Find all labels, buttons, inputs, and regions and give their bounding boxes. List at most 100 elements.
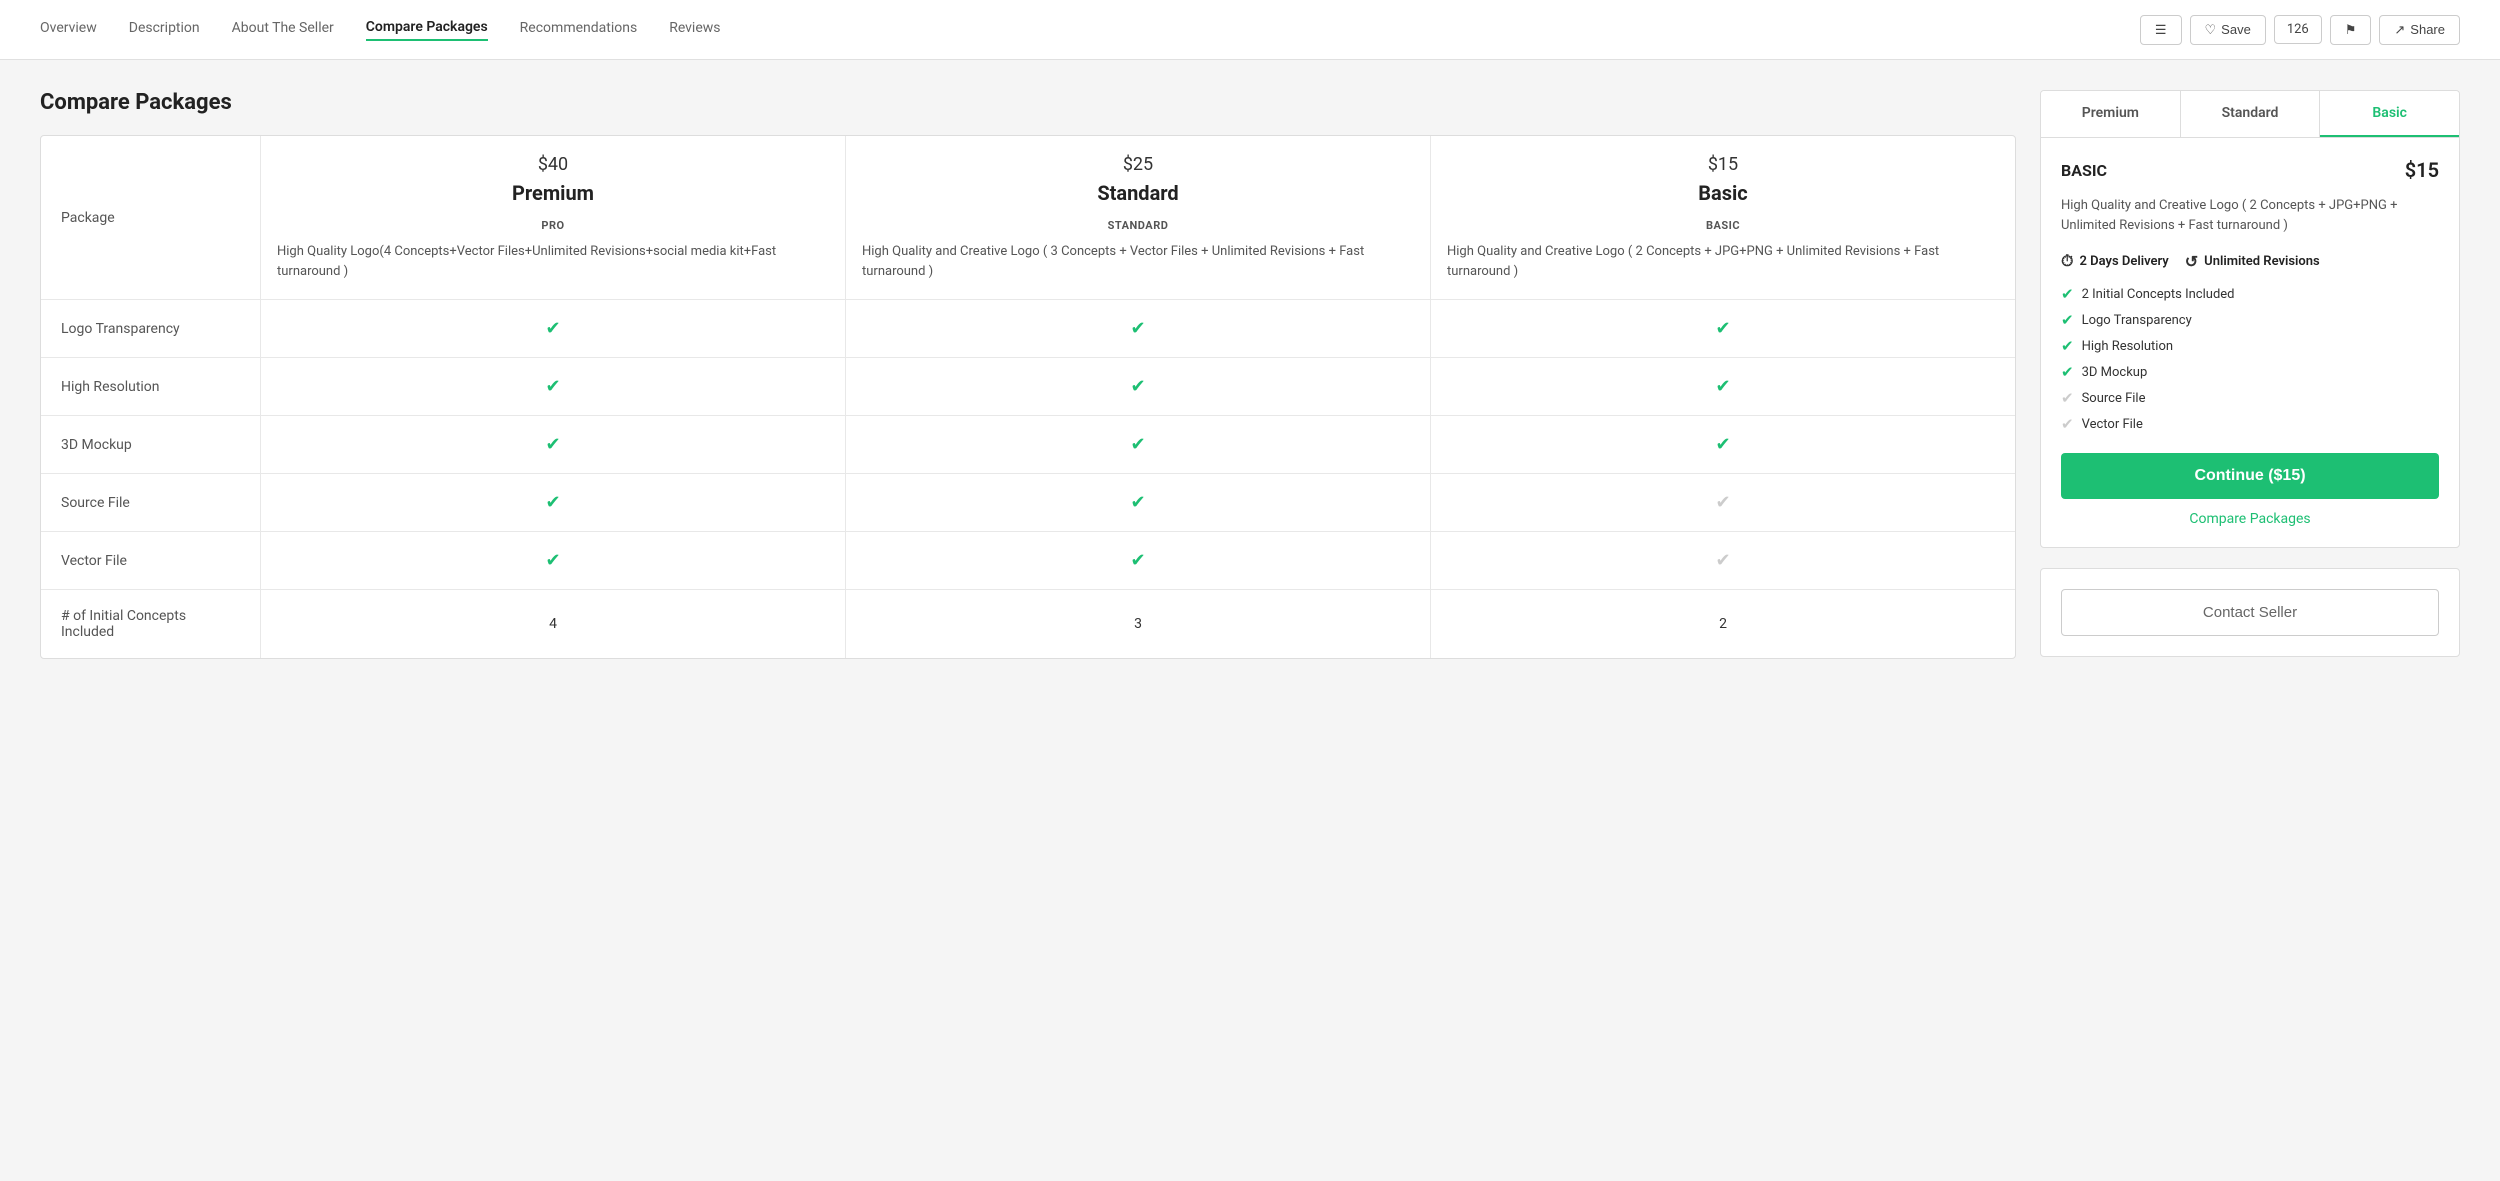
tab-basic[interactable]: Basic: [2320, 91, 2459, 137]
basic-concepts: 2: [1431, 590, 2015, 658]
share-icon: ↗: [2394, 22, 2405, 38]
list-item: ✔ Source File: [2061, 389, 2439, 407]
premium-high-resolution: ✔: [261, 358, 846, 415]
row-label-source-file: Source File: [41, 474, 261, 531]
save-button[interactable]: ♡ Save: [2190, 15, 2266, 45]
check-icon: ✔: [1130, 318, 1145, 339]
check-icon: ✔: [545, 550, 560, 571]
card-price: $15: [2405, 158, 2439, 182]
premium-logo-transparency: ✔: [261, 300, 846, 357]
contact-card: Contact Seller: [2040, 568, 2460, 657]
table-row: High Resolution ✔ ✔ ✔: [41, 358, 2015, 416]
standard-high-resolution: ✔: [846, 358, 1431, 415]
check-icon: ✔: [1715, 434, 1730, 455]
premium-price: $40: [538, 154, 568, 175]
continue-button[interactable]: Continue ($15): [2061, 453, 2439, 499]
check-icon: ✔: [1130, 492, 1145, 513]
standard-concepts: 3: [846, 590, 1431, 658]
feature-label: High Resolution: [2082, 339, 2173, 354]
table-row: # of Initial Concepts Included 4 3 2: [41, 590, 2015, 658]
check-icon-gray: ✔: [1715, 550, 1730, 571]
row-label-3d-mockup: 3D Mockup: [41, 416, 261, 473]
check-icon-gray: ✔: [1715, 492, 1730, 513]
compare-section: Compare Packages Package $40 Premium PRO…: [40, 90, 2016, 659]
premium-3d-mockup: ✔: [261, 416, 846, 473]
share-button[interactable]: ↗ Share: [2379, 15, 2460, 45]
check-icon: ✔: [1130, 434, 1145, 455]
nav-recommendations[interactable]: Recommendations: [520, 20, 638, 40]
list-item: ✔ Vector File: [2061, 415, 2439, 433]
standard-desc: High Quality and Creative Logo ( 3 Conce…: [862, 242, 1414, 281]
compare-table: Package $40 Premium PRO High Quality Log…: [40, 135, 2016, 659]
revisions-text: Unlimited Revisions: [2204, 254, 2320, 269]
feature-label: Logo Transparency: [2082, 313, 2192, 328]
basic-name: Basic: [1698, 181, 1747, 205]
row-label-initial-concepts: # of Initial Concepts Included: [41, 590, 261, 658]
row-label-vector-file: Vector File: [41, 532, 261, 589]
table-row: Source File ✔ ✔ ✔: [41, 474, 2015, 532]
nav-description[interactable]: Description: [129, 20, 200, 40]
feature-label: Source File: [2082, 391, 2146, 406]
tab-premium[interactable]: Premium: [2041, 91, 2181, 137]
feature-label: 2 Initial Concepts Included: [2082, 287, 2235, 302]
delivery-text: 2 Days Delivery: [2079, 254, 2168, 269]
top-navigation: Overview Description About The Seller Co…: [0, 0, 2500, 60]
feature-label: 3D Mockup: [2082, 365, 2148, 380]
standard-logo-transparency: ✔: [846, 300, 1431, 357]
check-icon: ✔: [545, 376, 560, 397]
package-tabs: Premium Standard Basic: [2040, 90, 2460, 137]
table-row: 3D Mockup ✔ ✔ ✔: [41, 416, 2015, 474]
feature-check-gray-icon: ✔: [2061, 389, 2074, 407]
contact-seller-button[interactable]: Contact Seller: [2061, 589, 2439, 636]
premium-concepts: 4: [261, 590, 846, 658]
table-header-row: Package $40 Premium PRO High Quality Log…: [41, 136, 2015, 300]
basic-3d-mockup: ✔: [1431, 416, 2015, 473]
nav-links: Overview Description About The Seller Co…: [40, 19, 721, 41]
list-item: ✔ 3D Mockup: [2061, 363, 2439, 381]
feature-check-icon: ✔: [2061, 285, 2074, 303]
basic-tier: BASIC: [1706, 219, 1740, 232]
col-label-package: Package: [41, 136, 261, 299]
card-title: BASIC: [2061, 161, 2107, 180]
clock-icon: ⏱: [2061, 251, 2073, 271]
package-col-basic: $15 Basic BASIC High Quality and Creativ…: [1431, 136, 2015, 299]
basic-price: $15: [1708, 154, 1738, 175]
premium-source-file: ✔: [261, 474, 846, 531]
menu-button[interactable]: ☰: [2140, 15, 2182, 45]
basic-desc: High Quality and Creative Logo ( 2 Conce…: [1447, 242, 1999, 281]
feature-check-icon: ✔: [2061, 363, 2074, 381]
flag-icon: ⚑: [2345, 22, 2357, 38]
package-col-premium: $40 Premium PRO High Quality Logo(4 Conc…: [261, 136, 846, 299]
check-icon: ✔: [545, 434, 560, 455]
hamburger-icon: ☰: [2155, 22, 2167, 38]
nav-compare-packages[interactable]: Compare Packages: [366, 19, 488, 41]
table-row: Logo Transparency ✔ ✔ ✔: [41, 300, 2015, 358]
flag-button[interactable]: ⚑: [2330, 15, 2372, 45]
nav-overview[interactable]: Overview: [40, 20, 97, 40]
row-label-logo-transparency: Logo Transparency: [41, 300, 261, 357]
compare-packages-link[interactable]: Compare Packages: [2061, 511, 2439, 527]
card-description: High Quality and Creative Logo ( 2 Conce…: [2061, 196, 2439, 235]
list-item: ✔ 2 Initial Concepts Included: [2061, 285, 2439, 303]
standard-3d-mockup: ✔: [846, 416, 1431, 473]
basic-logo-transparency: ✔: [1431, 300, 2015, 357]
check-icon: ✔: [1130, 550, 1145, 571]
standard-tier: STANDARD: [1108, 219, 1169, 232]
list-item: ✔ Logo Transparency: [2061, 311, 2439, 329]
section-title: Compare Packages: [40, 90, 2016, 115]
check-icon: ✔: [545, 318, 560, 339]
nav-reviews[interactable]: Reviews: [669, 20, 720, 40]
nav-about-seller[interactable]: About The Seller: [232, 20, 334, 40]
basic-vector-file: ✔: [1431, 532, 2015, 589]
check-icon: ✔: [1715, 376, 1730, 397]
nav-actions: ☰ ♡ Save 126 ⚑ ↗ Share: [2140, 15, 2460, 45]
table-row: Vector File ✔ ✔ ✔: [41, 532, 2015, 590]
standard-price: $25: [1123, 154, 1153, 175]
premium-name: Premium: [512, 181, 594, 205]
feature-check-gray-icon: ✔: [2061, 415, 2074, 433]
premium-tier: PRO: [541, 219, 564, 232]
basic-source-file: ✔: [1431, 474, 2015, 531]
delivery-row: ⏱ 2 Days Delivery ↺ Unlimited Revisions: [2061, 251, 2439, 271]
tab-standard[interactable]: Standard: [2181, 91, 2321, 137]
standard-source-file: ✔: [846, 474, 1431, 531]
